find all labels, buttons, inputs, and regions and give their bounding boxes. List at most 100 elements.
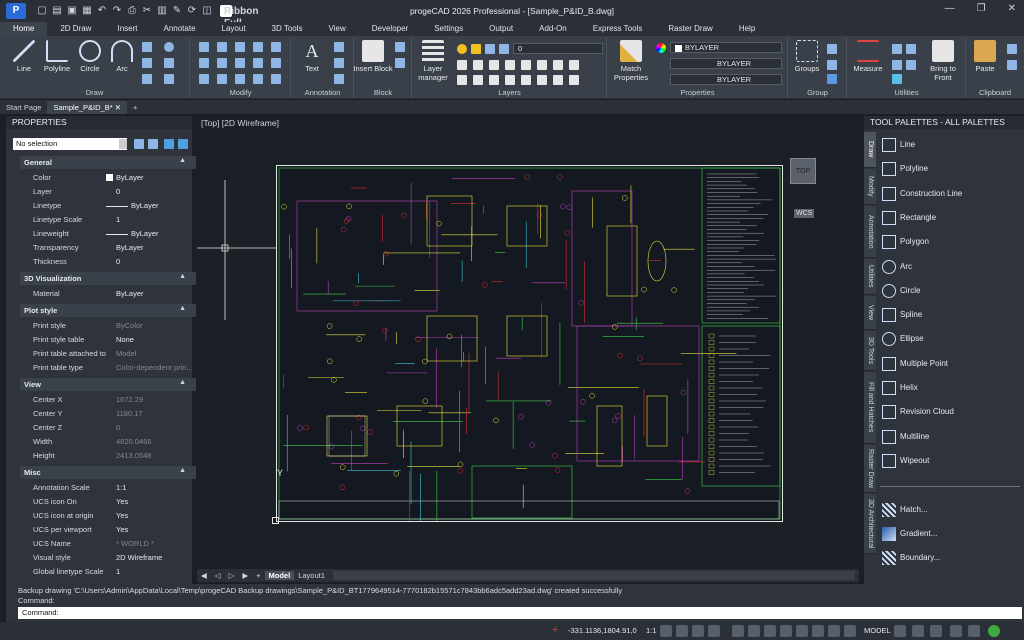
workspace-icon[interactable] — [692, 625, 704, 637]
light-bulb-icon[interactable] — [457, 44, 467, 54]
point-icon[interactable] — [164, 42, 174, 52]
hatch-icon[interactable] — [164, 58, 174, 68]
tab-start-page[interactable]: Start Page — [0, 101, 47, 114]
offset-icon[interactable] — [217, 58, 227, 68]
property-row[interactable]: Print style ByColor — [26, 319, 196, 333]
palette-tool-multiple-point[interactable]: Multiple Point — [878, 353, 1022, 375]
layer-dropdown[interactable]: 0 — [513, 43, 603, 54]
palette-tab-3d-architectural[interactable]: 3D Architectural — [864, 494, 876, 554]
collapse-icon[interactable]: ▲ — [179, 157, 186, 164]
add-layout-icon[interactable]: + — [252, 571, 264, 580]
brush-icon[interactable]: ✎ — [171, 5, 183, 17]
stretch-icon[interactable] — [235, 74, 245, 84]
layer-tool-5-icon[interactable] — [521, 60, 531, 70]
utilities-panel-label[interactable]: Utilities — [848, 88, 965, 97]
settings-gear-icon[interactable] — [894, 625, 906, 637]
select-objects-icon[interactable] — [134, 139, 144, 149]
table-icon[interactable] — [334, 74, 344, 84]
edit-block-icon[interactable] — [395, 58, 405, 68]
collapse-icon[interactable]: ▲ — [179, 305, 186, 312]
add-tab-button[interactable]: + — [127, 101, 143, 114]
lock-icon[interactable] — [485, 44, 495, 54]
tab-settings[interactable]: Settings — [421, 22, 476, 36]
cut-icon[interactable]: ✂ — [141, 5, 153, 17]
property-row[interactable]: UCS Name * WORLD * — [26, 537, 196, 551]
property-value[interactable]: ByLayer — [116, 241, 144, 255]
dimension-icon[interactable] — [334, 42, 344, 52]
linetype-dropdown[interactable]: BYLAYER — [670, 58, 782, 69]
id-point-icon[interactable] — [892, 60, 902, 70]
palette-tool-helix[interactable]: Helix — [878, 377, 1022, 399]
property-value[interactable]: 1 — [116, 213, 120, 227]
palette-tool-rectangle[interactable]: Rectangle — [878, 207, 1022, 229]
osnap-icon[interactable] — [796, 625, 808, 637]
clipboard-panel-label[interactable]: Clipboard — [967, 88, 1023, 97]
trim-icon[interactable] — [235, 58, 245, 68]
move-icon[interactable] — [199, 42, 209, 52]
property-value[interactable]: * WORLD * — [116, 537, 154, 551]
paste-button[interactable]: Paste — [965, 40, 1005, 73]
measure-button[interactable]: Measure — [848, 40, 888, 73]
tab-model[interactable]: Model — [264, 571, 295, 580]
property-row[interactable]: Center X 1672.29 — [26, 393, 196, 407]
section-general[interactable]: General — [20, 156, 196, 169]
property-value[interactable]: ByLayer — [131, 227, 159, 241]
palette-tool-line[interactable]: Line — [878, 134, 1022, 156]
group-panel-label[interactable]: Group — [789, 88, 846, 97]
redo-icon[interactable]: ↷ — [111, 5, 123, 17]
isolate-icon[interactable] — [912, 625, 924, 637]
auto-scale-icon[interactable] — [676, 625, 688, 637]
tab-3d-tools[interactable]: 3D Tools — [259, 22, 316, 36]
sun-icon[interactable] — [471, 44, 481, 54]
leader-icon[interactable] — [334, 58, 344, 68]
property-row[interactable]: Color ByLayer — [26, 171, 196, 185]
tab-help[interactable]: Help — [726, 22, 768, 36]
polar-icon[interactable] — [780, 625, 792, 637]
property-row[interactable]: Thickness 0 — [26, 255, 196, 269]
palette-tab-annotation[interactable]: Annotation — [864, 206, 876, 258]
property-row[interactable]: Annotation Scale 1:1 — [26, 481, 196, 495]
tab-2d-draw[interactable]: 2D Draw — [47, 22, 104, 36]
view-cube[interactable]: TOP — [790, 158, 816, 184]
property-value[interactable]: None — [116, 333, 134, 347]
rectangle-icon[interactable] — [142, 42, 152, 52]
palette-tool-construction-line[interactable]: Construction Line — [878, 183, 1022, 205]
collapse-icon[interactable]: ▲ — [179, 379, 186, 386]
property-value[interactable]: Yes — [116, 509, 128, 523]
tab-add-on[interactable]: Add-On — [526, 22, 580, 36]
transparency-icon[interactable] — [844, 625, 856, 637]
property-value[interactable]: 2D Wireframe — [116, 551, 162, 565]
spline-icon[interactable] — [142, 74, 152, 84]
cut-small-icon[interactable] — [1007, 44, 1017, 54]
palette-tab-modify[interactable]: Modify — [864, 169, 876, 205]
tab-raster-draw[interactable]: Raster Draw — [655, 22, 725, 36]
property-value[interactable]: 0 — [116, 421, 120, 435]
property-row[interactable]: Width 4820.0466 — [26, 435, 196, 449]
tab-insert[interactable]: Insert — [104, 22, 150, 36]
layer-tool-9-icon[interactable] — [457, 75, 467, 85]
section-misc[interactable]: Misc — [20, 466, 196, 479]
saveas-icon[interactable]: ▦ — [81, 5, 93, 17]
palette-tool-boundary[interactable]: Boundary... — [878, 547, 1022, 569]
extend-icon[interactable] — [253, 58, 263, 68]
property-value[interactable]: 1180.17 — [116, 407, 143, 421]
new-icon[interactable]: ▢ — [36, 5, 48, 17]
viewport-label[interactable]: [Top] [2D Wireframe] — [201, 118, 279, 128]
wcs-button[interactable]: WCS — [794, 209, 815, 218]
section-3d-visualization[interactable]: 3D Visualization — [20, 272, 196, 285]
break-icon[interactable] — [271, 74, 281, 84]
clean-screen-icon[interactable] — [950, 625, 962, 637]
palette-tool-hatch[interactable]: Hatch... — [878, 499, 1022, 521]
property-row[interactable]: Transparency ByLayer — [26, 241, 196, 255]
next-tab-icon[interactable]: ▷ — [225, 571, 239, 580]
otrack-icon[interactable] — [812, 625, 824, 637]
close-tab-icon[interactable]: ✕ — [115, 103, 121, 112]
tab-developer[interactable]: Developer — [359, 22, 421, 36]
layer-tool-13-icon[interactable] — [521, 75, 531, 85]
mirror-icon[interactable] — [199, 58, 209, 68]
layer-manager-button[interactable]: Layer manager — [413, 40, 453, 82]
undo-icon[interactable]: ↶ — [96, 5, 108, 17]
layer-tool-10-icon[interactable] — [473, 75, 483, 85]
property-value[interactable]: 4820.0466 — [116, 435, 151, 449]
palette-tool-revision-cloud[interactable]: Revision Cloud — [878, 401, 1022, 423]
